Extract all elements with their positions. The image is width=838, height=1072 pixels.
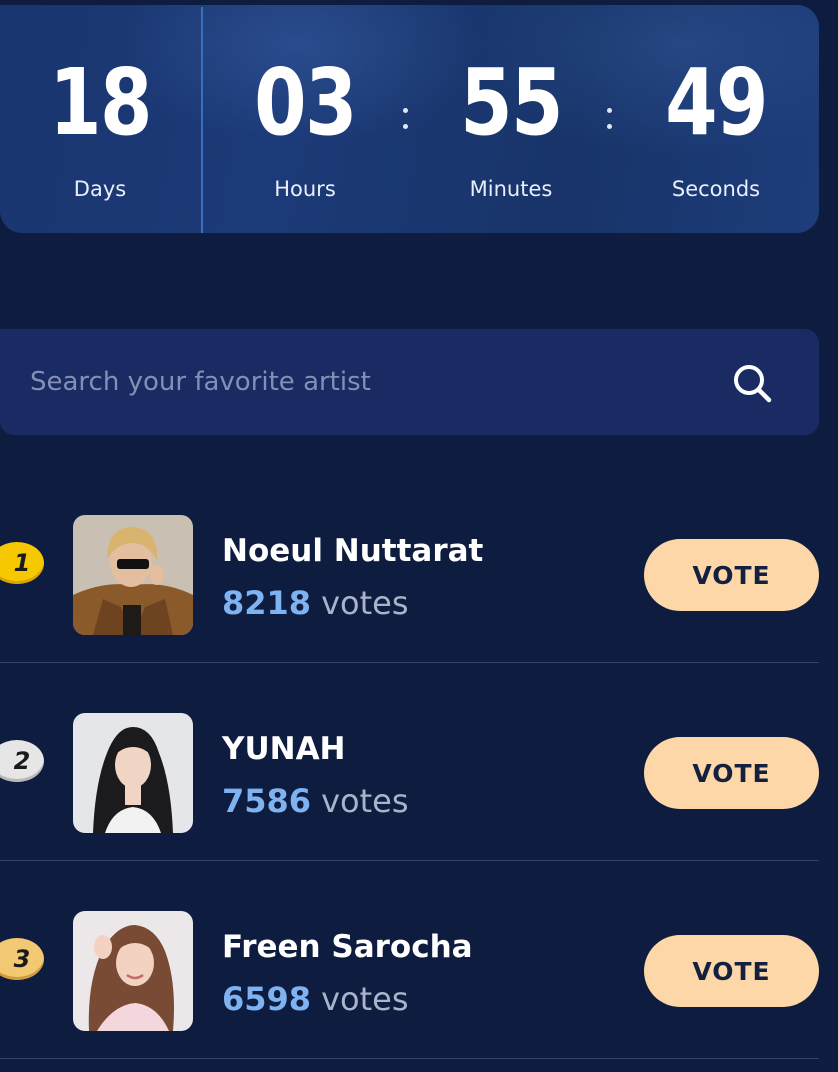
artist-name: Noeul Nuttarat xyxy=(222,533,484,569)
list-item: 1 Noeul Nuttarat 8218 votes VOTE xyxy=(0,500,819,663)
votes-label: votes xyxy=(321,980,409,1018)
minutes-value: 55 xyxy=(460,49,563,156)
rank-badge: 1 xyxy=(0,542,44,584)
vote-count: 6598 xyxy=(222,980,312,1018)
seconds-value: 49 xyxy=(665,49,768,156)
hours-value: 03 xyxy=(254,49,357,156)
list-item: 3 Freen Sarocha 6598 votes VOTE xyxy=(0,896,819,1059)
vote-button[interactable]: VOTE xyxy=(644,935,819,1007)
vote-total: 8218 votes xyxy=(222,584,408,622)
avatar xyxy=(73,911,193,1031)
rank-badge: 3 xyxy=(0,938,44,980)
search-icon xyxy=(734,365,772,403)
search-button[interactable] xyxy=(722,353,782,413)
avatar xyxy=(73,713,193,833)
divider xyxy=(0,860,819,861)
vote-count: 8218 xyxy=(222,584,312,622)
votes-label: votes xyxy=(321,584,409,622)
vote-count: 7586 xyxy=(222,782,312,820)
colon-separator xyxy=(403,108,409,140)
vote-total: 7586 votes xyxy=(222,782,408,820)
divider xyxy=(0,662,819,663)
artist-name: YUNAH xyxy=(222,731,346,767)
countdown-divider xyxy=(201,7,203,233)
votes-label: votes xyxy=(321,782,409,820)
search-bar xyxy=(0,329,819,435)
divider xyxy=(0,1058,819,1059)
countdown-hours: 03 Hours xyxy=(205,5,405,233)
vote-total: 6598 votes xyxy=(222,980,408,1018)
list-item: 2 YUNAH 7586 votes VOTE xyxy=(0,698,819,861)
rank-badge: 2 xyxy=(0,740,44,782)
artist-name: Freen Sarocha xyxy=(222,929,473,965)
countdown-minutes: 55 Minutes xyxy=(411,5,611,233)
seconds-label: Seconds xyxy=(671,177,761,201)
countdown-seconds: 49 Seconds xyxy=(616,5,816,233)
vote-button[interactable]: VOTE xyxy=(644,539,819,611)
voting-page: 18 Days 03 Hours 55 Minutes 49 Seconds S… xyxy=(0,0,838,1072)
colon-separator xyxy=(607,108,613,140)
vote-button[interactable]: VOTE xyxy=(644,737,819,809)
days-value: 18 xyxy=(49,49,152,156)
search-input[interactable] xyxy=(30,359,670,405)
hours-label: Hours xyxy=(274,177,336,201)
days-label: Days xyxy=(73,177,127,201)
countdown-panel: 18 Days 03 Hours 55 Minutes 49 Seconds xyxy=(0,5,819,233)
minutes-label: Minutes xyxy=(469,177,553,201)
countdown-days: 18 Days xyxy=(0,5,200,233)
avatar xyxy=(73,515,193,635)
